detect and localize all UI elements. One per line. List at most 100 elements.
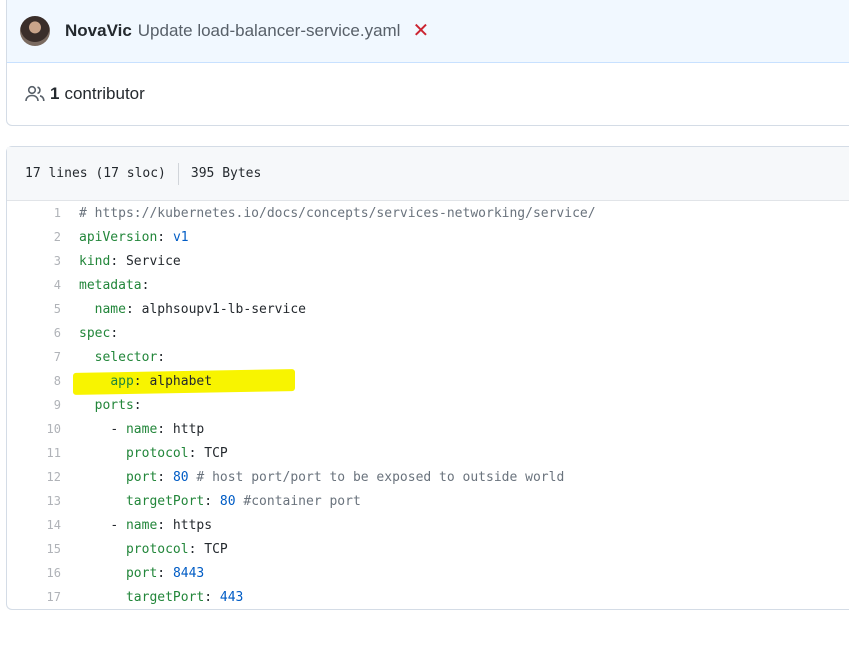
code-token: 80 xyxy=(172,469,189,485)
code-line: 2 apiVersion: v1 xyxy=(7,225,849,249)
line-number[interactable]: 9 xyxy=(7,398,79,412)
contributors-count: 1 xyxy=(50,84,60,103)
file-lines-info: 17 lines (17 sloc) xyxy=(25,166,166,181)
code-line: 13 targetPort: 80 #container port xyxy=(7,489,849,513)
code-text: protocol: TCP xyxy=(79,446,228,461)
code-token: port xyxy=(125,469,158,485)
code-line: 7 selector: xyxy=(7,345,849,369)
code-line: 16 port: 8443 xyxy=(7,561,849,585)
line-number[interactable]: 2 xyxy=(7,230,79,244)
code-line: 8 app: alphabet xyxy=(7,369,849,393)
code-line: 10 - name: http xyxy=(7,417,849,441)
code-token: : xyxy=(157,229,173,245)
code-text: app: alphabet xyxy=(79,374,212,389)
code-line: 6 spec: xyxy=(7,321,849,345)
code-token: targetPort xyxy=(125,493,205,509)
file-size: 395 Bytes xyxy=(190,166,262,181)
divider xyxy=(177,162,179,185)
line-number[interactable]: 7 xyxy=(7,350,79,364)
code-token: : Service xyxy=(110,253,181,269)
contributors-row[interactable]: 1 contributor xyxy=(7,63,849,125)
code-token: : xyxy=(204,493,220,509)
code-text: ports: xyxy=(79,398,142,413)
code-token: app xyxy=(110,373,134,389)
code-token: port xyxy=(125,565,158,581)
code-text: - name: http xyxy=(79,422,204,437)
code-line: 14 - name: https xyxy=(7,513,849,537)
code-token: : alphsoupv1-lb-service xyxy=(125,301,306,317)
code-text: kind: Service xyxy=(79,254,181,269)
code-line: 1 # https://kubernetes.io/docs/concepts/s… xyxy=(7,201,849,225)
code-token: spec xyxy=(79,325,111,341)
code-line: 9 ports: xyxy=(7,393,849,417)
code-text: # https://kubernetes.io/docs/concepts/se… xyxy=(79,206,596,221)
line-number[interactable]: 13 xyxy=(7,494,79,508)
code-text: targetPort: 80 #container port xyxy=(79,494,361,509)
code-text: apiVersion: v1 xyxy=(79,230,189,245)
code-token: : xyxy=(157,469,173,485)
people-icon xyxy=(25,85,45,102)
contributors-label: contributor xyxy=(64,84,145,103)
commit-bar: NovaVic Update load-balancer-service.yam… xyxy=(7,0,849,63)
code-line: 15 protocol: TCP xyxy=(7,537,849,561)
code-token: kind xyxy=(79,253,111,269)
code-text: selector: xyxy=(79,350,165,365)
code-token: : xyxy=(133,397,142,413)
code-token: - xyxy=(110,421,126,437)
code-line: 17 targetPort: 443 xyxy=(7,585,849,609)
code-text: name: alphsoupv1-lb-service xyxy=(79,302,306,317)
avatar[interactable] xyxy=(20,16,50,46)
code-text: spec: xyxy=(79,326,118,341)
code-text: protocol: TCP xyxy=(79,542,228,557)
code-text: metadata: xyxy=(79,278,149,293)
code-text: targetPort: 443 xyxy=(79,590,243,605)
line-number[interactable]: 14 xyxy=(7,518,79,532)
line-number[interactable]: 15 xyxy=(7,542,79,556)
code-token: name xyxy=(125,421,158,437)
code-token: # https://kubernetes.io/docs/concepts/se… xyxy=(79,205,596,221)
line-number[interactable]: 3 xyxy=(7,254,79,268)
code-token: : http xyxy=(157,421,205,437)
line-number[interactable]: 5 xyxy=(7,302,79,316)
code-token: #container port xyxy=(235,493,361,509)
commit-author[interactable]: NovaVic xyxy=(65,21,132,41)
code-token: : xyxy=(157,565,173,581)
line-number[interactable]: 12 xyxy=(7,470,79,484)
line-number[interactable]: 4 xyxy=(7,278,79,292)
code-token: : xyxy=(157,349,166,365)
code-line: 12 port: 80 # host port/port to be expos… xyxy=(7,465,849,489)
code-token: : TCP xyxy=(188,445,228,461)
code-token: : xyxy=(141,277,150,293)
code-token: : TCP xyxy=(188,541,228,557)
commit-box: NovaVic Update load-balancer-service.yam… xyxy=(6,0,849,126)
line-number[interactable]: 6 xyxy=(7,326,79,340)
code-line: 5 name: alphsoupv1-lb-service xyxy=(7,297,849,321)
code-token: name xyxy=(94,301,126,317)
code-view[interactable]: 1 # https://kubernetes.io/docs/concepts/s… xyxy=(7,201,849,609)
code-token: : xyxy=(204,589,220,605)
code-token: protocol xyxy=(125,445,189,461)
code-token: apiVersion xyxy=(79,229,158,245)
line-number[interactable]: 10 xyxy=(7,422,79,436)
code-token: metadata xyxy=(79,277,142,293)
code-token: selector xyxy=(94,349,158,365)
code-token: 443 xyxy=(219,589,244,605)
code-token: name xyxy=(125,517,158,533)
code-token: protocol xyxy=(125,541,189,557)
code-line: 3 kind: Service xyxy=(7,249,849,273)
code-text: port: 8443 xyxy=(79,566,204,581)
file-box: 17 lines (17 sloc) 395 Bytes 1 # https://… xyxy=(6,146,849,610)
code-token: : https xyxy=(157,517,213,533)
line-number[interactable]: 11 xyxy=(7,446,79,460)
code-token: v1 xyxy=(172,229,189,245)
commit-message[interactable]: Update load-balancer-service.yaml xyxy=(138,21,401,41)
code-text: - name: https xyxy=(79,518,212,533)
line-number[interactable]: 17 xyxy=(7,590,79,604)
code-token: - xyxy=(110,517,126,533)
line-number[interactable]: 16 xyxy=(7,566,79,580)
code-line: 4 metadata: xyxy=(7,273,849,297)
code-token: # host port/port to be exposed to outsid… xyxy=(188,469,565,485)
line-number[interactable]: 8 xyxy=(7,374,79,388)
line-number[interactable]: 1 xyxy=(7,206,79,220)
x-icon[interactable]: ✕ xyxy=(412,21,429,41)
